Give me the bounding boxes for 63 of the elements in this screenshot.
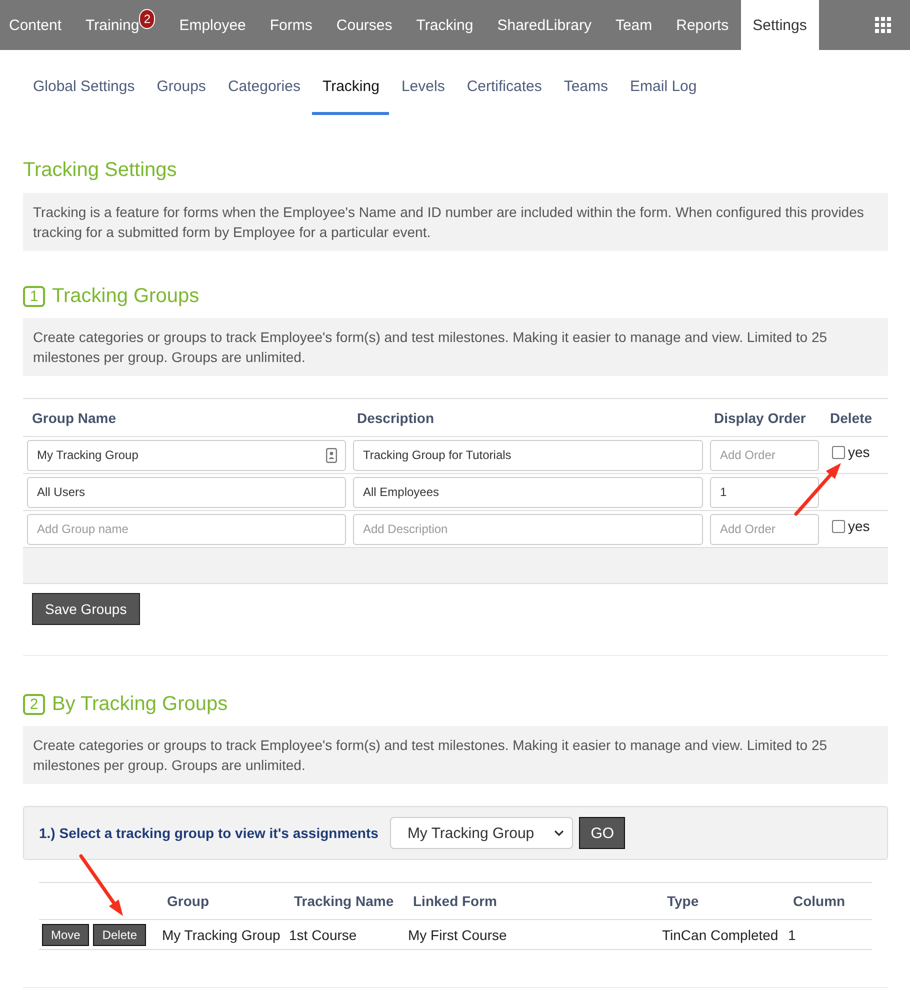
nav-tab[interactable]: Reports: [664, 0, 741, 50]
text-field[interactable]: 1: [710, 476, 819, 508]
go-button[interactable]: GO: [579, 817, 626, 849]
section-title: By Tracking Groups: [52, 692, 228, 716]
step-number: 1: [23, 286, 45, 306]
row-action-button[interactable]: Delete: [93, 924, 146, 946]
column-header: Type: [666, 893, 700, 909]
nav-tab[interactable]: Settings: [740, 0, 819, 50]
nav-tab[interactable]: Courses: [324, 0, 404, 50]
subnav-tab[interactable]: Certificates: [456, 50, 552, 115]
subnav-tab[interactable]: Global Settings: [23, 50, 145, 115]
column-header: Group: [166, 893, 210, 909]
table-cell-text: My Tracking Group: [161, 926, 282, 942]
subnav-tab[interactable]: Groups: [146, 50, 216, 115]
subnav-tab[interactable]: Levels: [391, 50, 455, 115]
nav-tab[interactable]: Training 2: [74, 0, 168, 50]
text-field[interactable]: All Users: [27, 476, 346, 508]
notification-badge: 2: [139, 9, 156, 29]
apps-grid-icon[interactable]: [875, 17, 891, 33]
delete-checkbox[interactable]: [832, 520, 845, 532]
text-field[interactable]: Add Order: [710, 514, 819, 544]
column-header: Column: [792, 893, 846, 909]
section-title: Tracking Groups: [52, 284, 200, 308]
nav-tab[interactable]: Content: [0, 0, 74, 50]
subnav-tab[interactable]: Teams: [554, 50, 618, 115]
group-dropdown[interactable]: My Tracking Group: [390, 817, 574, 849]
text-field[interactable]: Add Group name: [27, 514, 346, 544]
text-field[interactable]: Add Order: [710, 440, 819, 470]
page-title: Tracking Settings: [23, 158, 178, 182]
checkbox-label: yes: [848, 518, 870, 534]
selector-label: 1.) Select a tracking group to view it's assignments: [39, 825, 378, 841]
delete-checkbox[interactable]: [832, 446, 845, 458]
subnav-tab[interactable]: Email Log: [620, 50, 707, 115]
chevron-down-icon: [554, 830, 564, 836]
subnav-tab[interactable]: Categories: [218, 50, 310, 115]
contact-card-icon[interactable]: [326, 448, 337, 462]
column-header: Delete: [829, 410, 874, 426]
save-groups-button[interactable]: Save Groups: [32, 593, 140, 625]
section-description: Tracking is a feature for forms when the Employee's Name and ID number are included within the form. When configured this provides tracking for a submitted form by Employee for a particular event.: [23, 193, 888, 251]
text-field[interactable]: Tracking Group for Tutorials: [353, 440, 703, 470]
text-field[interactable]: My Tracking Group: [27, 440, 346, 470]
table-cell-text: My First Course: [407, 926, 508, 942]
column-header: Description: [356, 410, 436, 426]
table-cell-text: 1: [787, 926, 797, 942]
column-header: Group Name: [31, 410, 118, 426]
step-number: 2: [23, 694, 45, 714]
subnav-tab[interactable]: Tracking: [312, 50, 390, 115]
text-field[interactable]: All Employees: [353, 476, 703, 508]
nav-tab[interactable]: Tracking: [404, 0, 486, 50]
table-cell-text: 1st Course: [288, 926, 358, 942]
section-description: Create categories or groups to track Employee's form(s) and test milestones. Making it easier to manage and view. Limited to 25 milestones per group. Groups are unlimited.: [23, 726, 888, 784]
nav-tab[interactable]: Team: [603, 0, 664, 50]
row-action-button[interactable]: Move: [42, 924, 90, 946]
checkbox-label: yes: [848, 444, 870, 460]
column-header: Tracking Name: [293, 893, 395, 909]
text-field[interactable]: Add Description: [353, 514, 703, 544]
column-header: Display Order: [713, 410, 807, 426]
table-cell-text: TinCan Completed: [661, 926, 780, 942]
nav-tab[interactable]: Forms: [258, 0, 324, 50]
nav-tab[interactable]: SharedLibrary: [485, 0, 604, 50]
column-header: Linked Form: [412, 893, 498, 909]
section-description: Create categories or groups to track Employee's form(s) and test milestones. Making it easier to manage and view. Limited to 25 milestones per group. Groups are unlimited.: [23, 318, 888, 376]
nav-tab[interactable]: Employee: [167, 0, 258, 50]
